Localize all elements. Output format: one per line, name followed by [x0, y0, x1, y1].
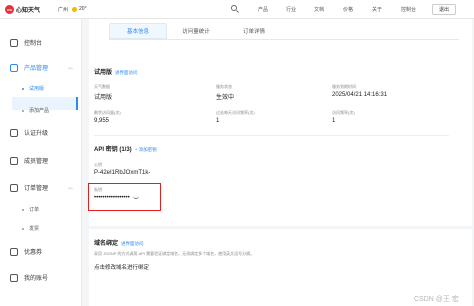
- dashboard-icon: [10, 38, 18, 47]
- product-title: 试用版 进界面访问: [94, 70, 138, 76]
- sidebar-sub-label: 添加产品: [29, 108, 50, 114]
- status-value: 生效中: [216, 95, 235, 101]
- tab-basic-info[interactable]: 基本信息: [109, 23, 167, 39]
- sidebar-item-console[interactable]: 控制台: [10, 38, 42, 47]
- nav-docs[interactable]: 文档: [314, 6, 324, 13]
- tab-order-details[interactable]: 订单详情: [225, 23, 283, 39]
- sidebar-label: 我的账号: [24, 276, 49, 282]
- sidebar-sub-label: 发票: [29, 226, 40, 232]
- nav-industry[interactable]: 行业: [286, 6, 296, 13]
- search-icon[interactable]: [231, 5, 237, 11]
- sidebar-sub-trial[interactable]: 试用版: [22, 85, 44, 92]
- sidebar-item-members[interactable]: 成员管理: [10, 156, 48, 165]
- chevron-up-icon[interactable]: ︿: [68, 64, 73, 71]
- sidebar-sub-label: 订单: [29, 207, 40, 213]
- weather-location: 广州 20°: [58, 6, 87, 13]
- sidebar-label: 优惠券: [24, 250, 43, 256]
- highlight-box: [88, 183, 161, 211]
- add-key-link[interactable]: + 添加密钥: [135, 147, 157, 152]
- sidebar-item-account[interactable]: 我的账号: [10, 273, 48, 282]
- orders-icon: [10, 183, 18, 192]
- sidebar-sub-invoice[interactable]: 发票: [22, 225, 39, 232]
- sidebar-label: 产品管理: [24, 66, 49, 72]
- daily-rate-value: 1: [216, 118, 220, 124]
- brand-name: 心知天气: [16, 7, 41, 14]
- sidebar-label: 控制台: [24, 41, 43, 47]
- status-label: 服务状态: [216, 84, 232, 89]
- domain-title: 域名绑定 进界面访问: [94, 241, 144, 247]
- rate-label: 访问频率(次): [332, 110, 355, 115]
- sidebar-label: 认证升级: [24, 131, 49, 137]
- top-navigation-bar: co 心知天气 广州 20° 产品 行业 文档 价格 关于 退出 控制台: [0, 0, 474, 19]
- public-key-label: 公钥: [94, 162, 102, 167]
- sun-icon: [72, 6, 78, 12]
- nav-console[interactable]: 控制台: [401, 6, 416, 13]
- temperature: 20°: [79, 6, 87, 12]
- sidebar: 控制台 产品管理 ︿ 试用版 添加产品 认证升级 成员管理 订单管理 ︿ 订单 …: [0, 19, 82, 306]
- sidebar-sub-order[interactable]: 订单: [22, 206, 39, 213]
- certificate-icon: [10, 128, 18, 137]
- daily-rate-label: 过去每天访问频率(次): [216, 110, 255, 115]
- data-type-value: 试用版: [94, 95, 113, 101]
- product-icon: [10, 63, 18, 72]
- watermark: CSDN @王 宏: [414, 296, 459, 303]
- expiry-value: 2025/04/21 14:16:31: [332, 92, 388, 98]
- bind-domain-link[interactable]: 点击修改域名进行绑定: [94, 263, 149, 271]
- sidebar-item-orders[interactable]: 订单管理: [10, 183, 48, 192]
- api-key-title: API 密钥 (1/3) + 添加密钥: [94, 147, 157, 153]
- rate-value: 1: [332, 118, 336, 124]
- chevron-up-icon[interactable]: ︿: [68, 184, 73, 191]
- sidebar-item-upgrade[interactable]: 认证升级: [10, 128, 48, 137]
- nav-pricing[interactable]: 价格: [343, 6, 353, 13]
- coupon-icon: [10, 247, 18, 256]
- remaining-label: 剩余访问量(次): [94, 110, 121, 115]
- city-label: 广州: [58, 6, 69, 13]
- tab-underline: [109, 39, 459, 40]
- logo-icon: co: [5, 4, 14, 14]
- sidebar-sub-label: 试用版: [29, 86, 45, 92]
- data-type-label: 天气数据: [94, 84, 110, 89]
- sidebar-label: 成员管理: [24, 159, 49, 165]
- domain-link[interactable]: 进界面访问: [121, 241, 144, 246]
- sidebar-item-coupon[interactable]: 优惠券: [10, 247, 42, 256]
- main-content: 基本信息 访问量统计 订单详情 试用版 进界面访问 天气数据 试用版 服务状态 生…: [84, 19, 474, 306]
- logout-button[interactable]: 退出: [432, 4, 456, 15]
- sidebar-label: 订单管理: [24, 186, 49, 192]
- brand-logo[interactable]: co 心知天气: [5, 4, 41, 14]
- product-link[interactable]: 进界面访问: [115, 70, 138, 75]
- tab-traffic-stats[interactable]: 访问量统计: [167, 23, 225, 39]
- expiry-label: 服务到期时间: [332, 84, 356, 89]
- remaining-value: 9,955: [94, 118, 110, 124]
- account-icon: [10, 273, 18, 282]
- divider: [94, 135, 449, 136]
- sidebar-item-product-mgmt[interactable]: 产品管理: [10, 63, 48, 72]
- public-key-value[interactable]: P-42eI1RbJOxmT1k-: [94, 170, 150, 176]
- sidebar-sub-add-product[interactable]: 添加产品: [22, 107, 49, 114]
- nav-about[interactable]: 关于: [372, 6, 382, 13]
- nav-product[interactable]: 产品: [258, 6, 268, 13]
- tab-bar: 基本信息 访问量统计 订单详情: [109, 23, 283, 39]
- members-icon: [10, 156, 18, 165]
- domain-description: 采用 JSONP 的方式调用 API 需要验证绑定域名，无须绑定多个域名，使用英…: [94, 251, 255, 256]
